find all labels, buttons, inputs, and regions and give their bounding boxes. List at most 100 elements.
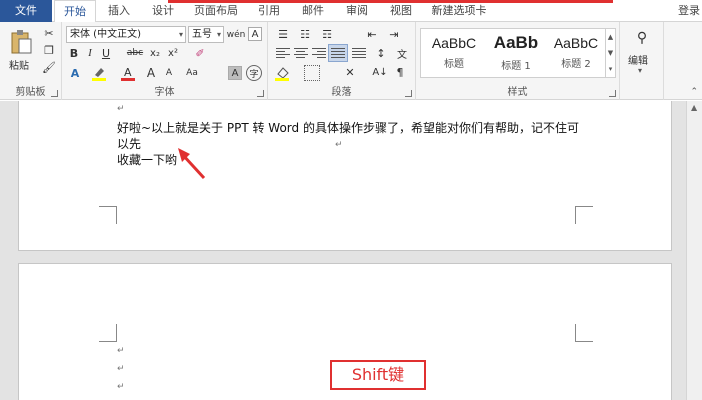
crop-mark-bottom-right xyxy=(575,206,593,224)
bullets-icon[interactable]: ☰ xyxy=(274,27,292,41)
font-size-select[interactable]: 五号 ▾ xyxy=(188,26,224,43)
collapse-ribbon-icon[interactable]: ⌃ xyxy=(690,87,698,97)
page[interactable]: ↵ 好啦~以上就是关于 PPT 转 Word 的具体操作步骤了，希望能对你们有帮… xyxy=(18,101,672,251)
line-spacing-icon[interactable]: ↕ xyxy=(372,45,390,61)
red-arrow-annotation xyxy=(178,148,206,180)
char-shading-icon[interactable]: A xyxy=(228,66,242,80)
clear-format-icon[interactable]: ✐ xyxy=(192,46,208,60)
login-link[interactable]: 登录 xyxy=(676,0,702,22)
style-heading-2[interactable]: AaBbC 标题 2 xyxy=(545,29,607,77)
decrease-indent-icon[interactable]: ⇤ xyxy=(364,27,380,41)
styles-launcher-icon[interactable] xyxy=(609,90,616,97)
style-name: 标题 2 xyxy=(561,59,591,70)
tab-page-layout[interactable]: 页面布局 xyxy=(192,0,240,22)
page[interactable]: ↵ ↵ ↵ Shift键 xyxy=(18,263,672,400)
style-title[interactable]: AaBbC 标题 xyxy=(423,29,485,77)
chevron-down-icon: ▾ xyxy=(638,66,643,75)
paragraph-mark: ↵ xyxy=(117,346,125,356)
asian-typography-icon[interactable]: ✕ xyxy=(340,64,360,81)
phonetic-guide-icon[interactable]: Aa xyxy=(184,65,200,80)
subscript-button[interactable]: x₂ xyxy=(147,46,163,60)
vertical-scrollbar[interactable]: ▲ xyxy=(686,101,702,400)
align-center-icon[interactable] xyxy=(294,48,308,60)
align-left-icon[interactable] xyxy=(276,48,290,60)
shift-key-annotation: Shift键 xyxy=(330,360,426,390)
font-name-value: 宋体 (中文正文) xyxy=(70,29,141,40)
paragraph-mark: ↵ xyxy=(335,140,343,150)
tab-references[interactable]: 引用 xyxy=(254,0,284,22)
gallery-more-icon[interactable]: ▾ xyxy=(606,61,615,77)
style-name: 标题 xyxy=(444,59,464,70)
italic-button[interactable]: I xyxy=(83,46,97,60)
chevron-up-icon[interactable]: ▲ xyxy=(606,29,615,45)
char-border-icon[interactable]: A xyxy=(248,27,262,41)
style-name: 标题 1 xyxy=(501,61,531,72)
distribute-icon[interactable] xyxy=(352,48,366,60)
sort-icon[interactable]: A↓ xyxy=(372,64,388,81)
clipboard-group: 粘贴 ✂ ❐ 🖌 剪贴板 xyxy=(0,22,62,100)
tab-file[interactable]: 文件 xyxy=(0,0,52,22)
shrink-font-icon[interactable]: A xyxy=(162,66,176,80)
scroll-up-icon[interactable]: ▲ xyxy=(691,103,697,112)
font-color-icon[interactable]: A xyxy=(120,65,136,81)
underline-button[interactable]: U xyxy=(99,46,113,60)
justify-lines-icon xyxy=(331,48,345,60)
tab-review[interactable]: 审阅 xyxy=(342,0,372,22)
format-painter-icon[interactable]: 🖌 xyxy=(42,60,56,74)
tab-home[interactable]: 开始 xyxy=(54,0,96,23)
paragraph-group: ☰ ☷ ☶ ⇤ ⇥ ↕ 文 ✕ A↓ ¶ 段落 xyxy=(268,22,416,100)
crop-mark-bottom-left xyxy=(99,206,117,224)
tab-view[interactable]: 视图 xyxy=(386,0,416,22)
paragraph-line-2: 收藏一下哟 xyxy=(117,153,178,167)
tab-new-tab[interactable]: 新建选项卡 xyxy=(430,0,488,22)
enclose-char-icon[interactable]: 字 xyxy=(246,65,262,81)
numbering-icon[interactable]: ☷ xyxy=(296,27,314,41)
editing-button-label[interactable]: 编辑 xyxy=(628,52,648,67)
font-name-select[interactable]: 宋体 (中文正文) ▾ xyxy=(66,26,186,43)
change-case-icon[interactable]: wén xyxy=(227,27,246,42)
paragraph-launcher-icon[interactable] xyxy=(405,90,412,97)
show-marks-icon[interactable]: ¶ xyxy=(392,64,408,81)
grow-font-icon[interactable]: A xyxy=(144,66,158,80)
increase-indent-icon[interactable]: ⇥ xyxy=(386,27,402,41)
paragraph-mark: ↵ xyxy=(117,104,125,114)
gallery-scroll[interactable]: ▲ ▼ ▾ xyxy=(605,29,615,77)
style-sample: AaBbC xyxy=(553,35,599,51)
paste-icon[interactable] xyxy=(8,28,34,56)
red-highlight-line xyxy=(168,0,613,3)
superscript-button[interactable]: x² xyxy=(165,46,181,60)
borders-icon[interactable] xyxy=(304,65,320,81)
styles-group: AaBbC 标题 AaBb 标题 1 AaBbC 标题 2 ▲ ▼ ▾ 样式 xyxy=(416,22,620,100)
style-heading-1[interactable]: AaBb 标题 1 xyxy=(485,29,547,77)
font-launcher-icon[interactable] xyxy=(257,90,264,97)
bold-button[interactable]: B xyxy=(67,46,81,60)
text-effects-icon[interactable]: A xyxy=(67,66,83,80)
shading-icon[interactable] xyxy=(274,65,294,81)
document-area[interactable]: ↵ 好啦~以上就是关于 PPT 转 Word 的具体操作步骤了，希望能对你们有帮… xyxy=(0,101,686,400)
ribbon: 粘贴 ✂ ❐ 🖌 剪贴板 宋体 (中文正文) ▾ 五号 ▾ wén A B I … xyxy=(0,22,702,100)
style-sample: AaBbC xyxy=(431,35,477,51)
align-right-icon[interactable] xyxy=(312,48,326,60)
ribbon-tab-bar: 文件 开始 插入 设计 页面布局 引用 邮件 审阅 视图 新建选项卡 登录 xyxy=(0,0,702,23)
chinese-layout-icon[interactable]: 文 xyxy=(394,45,410,61)
tab-insert[interactable]: 插入 xyxy=(104,0,134,22)
binoculars-icon[interactable]: ⚲ xyxy=(632,28,652,48)
style-sample: AaBb xyxy=(493,33,539,52)
clipboard-launcher-icon[interactable] xyxy=(51,90,58,97)
copy-icon[interactable]: ❐ xyxy=(42,43,56,57)
multilevel-list-icon[interactable]: ☶ xyxy=(318,27,336,41)
highlight-icon[interactable] xyxy=(90,65,108,81)
chevron-down-icon: ▾ xyxy=(216,30,221,39)
crop-mark-top-left xyxy=(99,324,117,342)
cut-icon[interactable]: ✂ xyxy=(42,26,56,40)
svg-text:A: A xyxy=(124,66,132,79)
tab-design[interactable]: 设计 xyxy=(148,0,178,22)
font-group: 宋体 (中文正文) ▾ 五号 ▾ wén A B I U abc x₂ x² ✐… xyxy=(62,22,268,100)
paste-button-label[interactable]: 粘贴 xyxy=(9,57,29,72)
tab-mailings[interactable]: 邮件 xyxy=(298,0,328,22)
font-group-label: 字体 xyxy=(154,87,175,98)
paragraph-group-label: 段落 xyxy=(331,87,352,98)
strikethrough-button[interactable]: abc xyxy=(125,46,145,60)
styles-gallery: AaBbC 标题 AaBb 标题 1 AaBbC 标题 2 ▲ ▼ ▾ xyxy=(420,28,616,78)
chevron-down-icon[interactable]: ▼ xyxy=(606,45,615,61)
